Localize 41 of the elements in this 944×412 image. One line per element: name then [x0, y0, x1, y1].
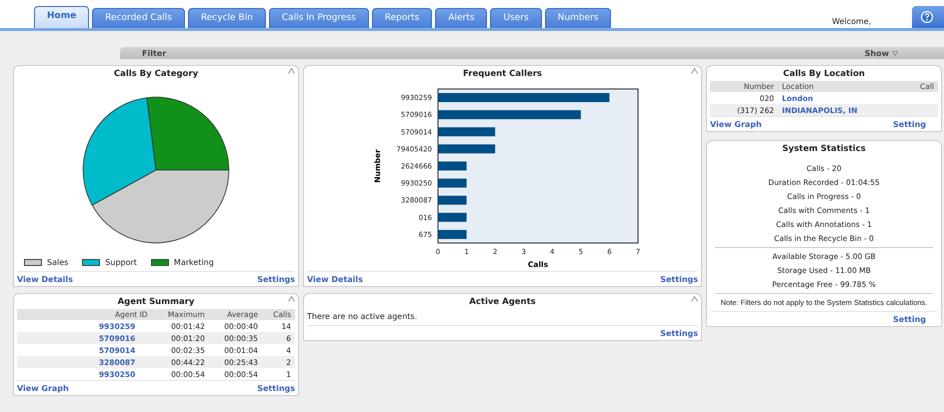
legend-label: Marketing: [174, 258, 214, 267]
caret-icon[interactable]: [892, 50, 898, 56]
show-toggle[interactable]: Show: [864, 48, 889, 58]
collapse-icon[interactable]: [691, 296, 698, 302]
view-link[interactable]: View Details: [17, 275, 73, 284]
filter-label: Filter: [142, 48, 166, 58]
bar: [438, 196, 466, 205]
panel-title: Frequent Callers: [462, 68, 543, 81]
legend-label: Sales: [47, 258, 68, 267]
help-icon[interactable]: [920, 10, 934, 24]
settings-link[interactable]: Settings: [660, 329, 698, 338]
nav-tab[interactable]: Numbers: [544, 8, 612, 28]
nav-tab[interactable]: Recorded Calls: [92, 8, 185, 28]
view-link[interactable]: View Graph: [17, 384, 69, 393]
settings-link[interactable]: Settings: [660, 275, 698, 284]
bar: [438, 162, 466, 170]
panel-title: Active Agents: [468, 296, 537, 309]
nav-tab[interactable]: Reports: [372, 8, 432, 28]
panel-title: Calls By Category: [112, 68, 200, 81]
nav-tab[interactable]: Recycle Bin: [188, 8, 266, 28]
collapse-icon[interactable]: [691, 68, 698, 74]
view-link[interactable]: View Graph: [710, 120, 762, 129]
nav-tab[interactable]: Calls In Progress: [268, 8, 369, 28]
view-link[interactable]: View Details: [307, 275, 363, 284]
empty-message: There are no active agents.: [306, 311, 418, 323]
help-button[interactable]: [912, 6, 944, 28]
nav-tab[interactable]: Users: [490, 8, 542, 28]
panel-title: Agent Summary: [116, 296, 196, 309]
welcome-text: Welcome,: [832, 17, 872, 26]
panel-title: Calls By Location: [782, 68, 866, 81]
settings-link[interactable]: Settings: [257, 275, 295, 284]
nav-tab[interactable]: Alerts: [435, 8, 488, 28]
settings-link[interactable]: Setting: [893, 120, 926, 129]
collapse-icon[interactable]: [288, 68, 295, 74]
nav-tab[interactable]: Home: [34, 6, 90, 28]
panel-title: System Statistics: [781, 143, 867, 156]
legend-label: Support: [105, 258, 137, 267]
settings-link[interactable]: Settings: [257, 384, 295, 393]
settings-link[interactable]: Setting: [893, 315, 926, 324]
bar: [438, 178, 466, 188]
collapse-icon[interactable]: [288, 296, 295, 302]
